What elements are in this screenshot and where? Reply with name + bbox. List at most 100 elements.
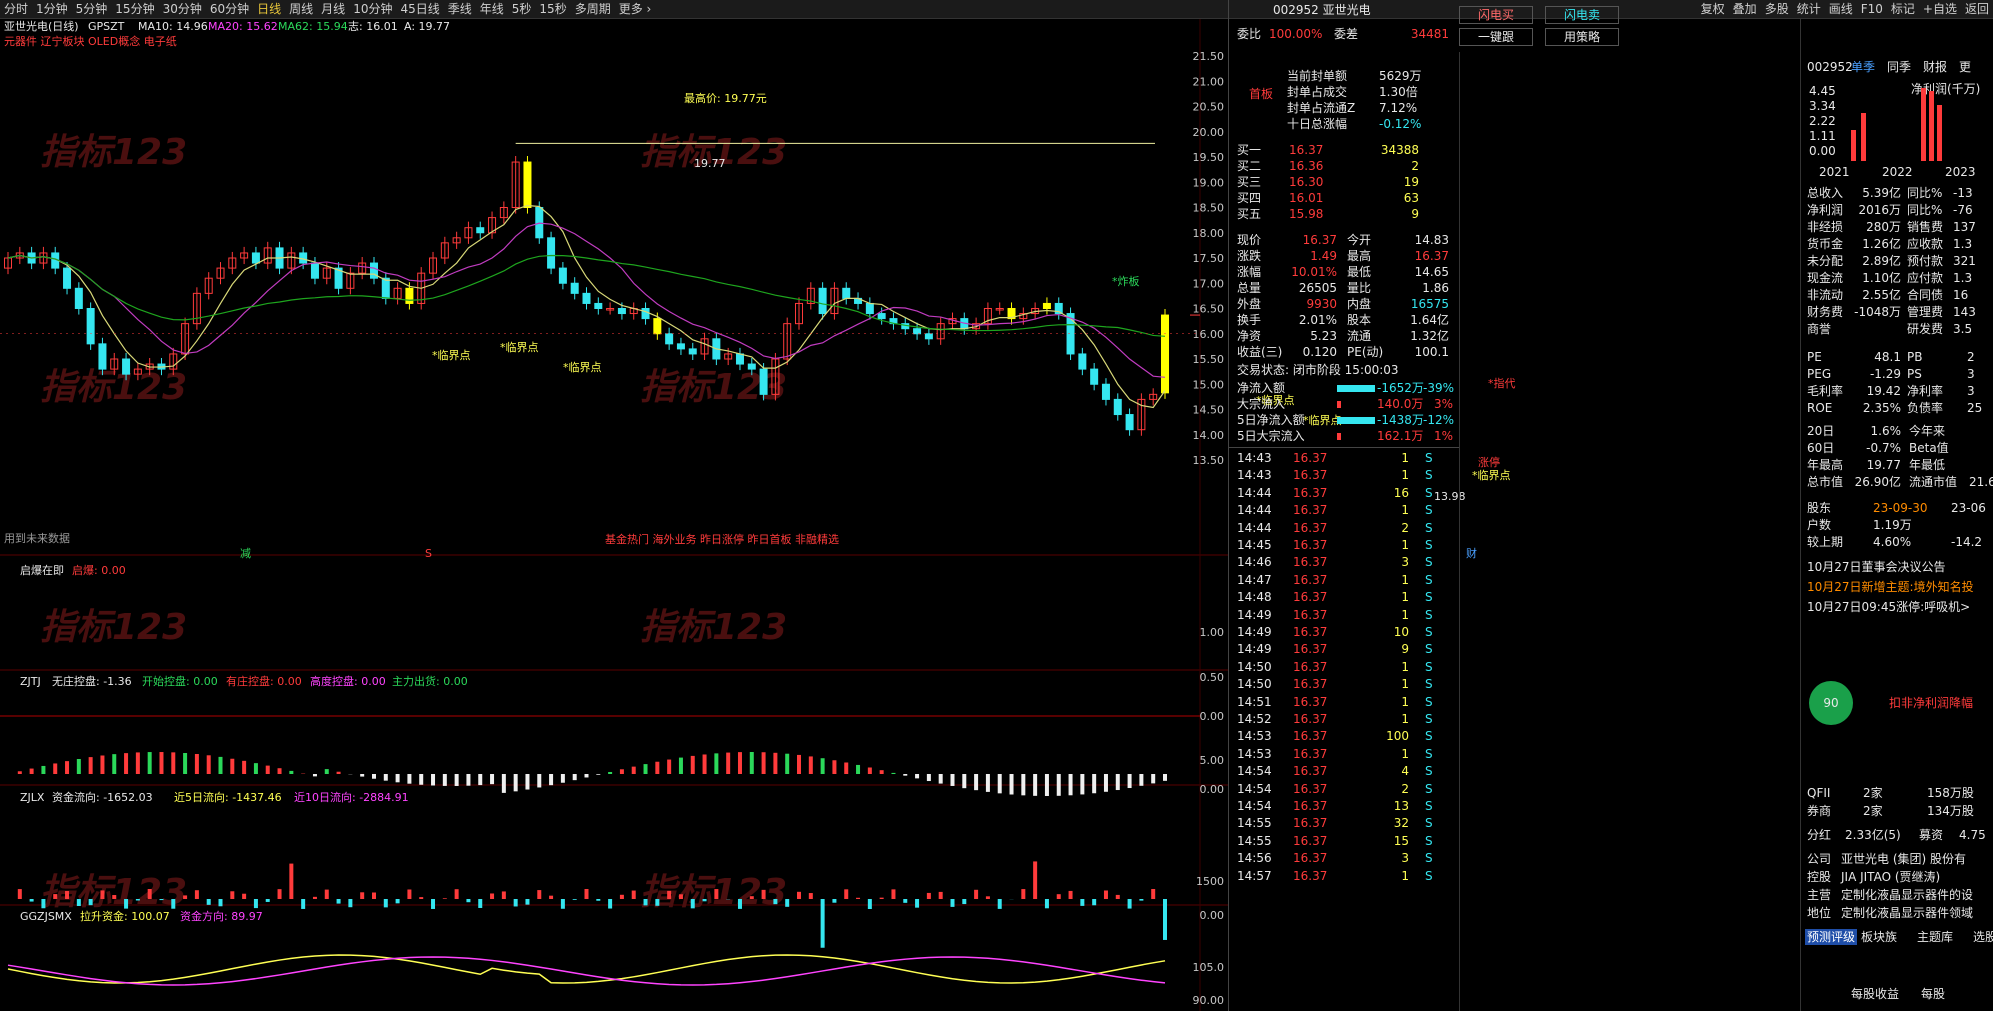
candle-body [63, 267, 72, 289]
candle-body [570, 282, 579, 294]
company-label: 主营 [1807, 888, 1832, 902]
tick-volume: 1 [1401, 468, 1409, 483]
flow-bar [1337, 417, 1375, 424]
toolbar-right-button[interactable]: 返回 [1961, 0, 1993, 18]
critical-point-annotation: *临界点 [432, 349, 471, 362]
strategy-button[interactable]: 闪电卖 [1545, 6, 1619, 24]
period-button[interactable]: 10分钟 [349, 0, 396, 18]
f10-label: PS [1907, 367, 1922, 381]
f10-label: 净利率 [1907, 384, 1944, 398]
period-button[interactable]: 30分钟 [159, 0, 206, 18]
toolbar-right-button[interactable]: F10 [1857, 0, 1887, 18]
tick-volume: 1 [1401, 659, 1409, 674]
tick-side: S [1425, 712, 1433, 726]
f10-label: PB [1907, 350, 1923, 364]
stat-value: 16.37 [1302, 233, 1337, 247]
tick-side: S [1425, 520, 1433, 535]
tick-time: 14:51 [1237, 694, 1272, 709]
buy-level-price: 16.36 [1289, 159, 1324, 173]
f10-label: 股东 [1807, 501, 1832, 515]
period-button[interactable]: 多周期 [571, 0, 615, 18]
strategy-button[interactable]: 闪电买 [1459, 6, 1533, 24]
kline-chart-area[interactable]: 指标123 指标123 指标123 指标123 指标123 指标123 指标123 指标123… [0, 19, 1516, 1011]
toolbar-right-button[interactable]: +自选 [1919, 0, 1961, 18]
tick-price: 16.37 [1293, 659, 1328, 674]
toolbar-right-button[interactable]: 复权 [1697, 0, 1729, 18]
tick-side: S [1425, 868, 1433, 883]
price-axis-tick: 19.00 [1193, 176, 1225, 189]
stat-value: 1.86 [1422, 281, 1449, 295]
tick-side: S [1425, 746, 1433, 761]
price-axis-tick: 15.00 [1193, 378, 1225, 391]
future-data-note: 用到未来数据 [4, 532, 70, 545]
f10-label: 较上期 [1807, 535, 1844, 549]
toolbar-right-button[interactable]: 画线 [1825, 0, 1857, 18]
price-axis-tick: 16.00 [1193, 328, 1225, 341]
period-button[interactable]: 更多 › [615, 0, 656, 18]
stat-label: 总量 [1237, 281, 1262, 295]
concept-tags: 元器件 辽宁板块 OLED概念 电子纸 [4, 35, 177, 48]
p4-direction-line [7, 956, 1166, 986]
news-tags: 基金热门 海外业务 昨日涨停 昨日首板 非融精选 [605, 533, 839, 546]
f10-year: 2023 [1945, 165, 1976, 179]
period-button[interactable]: 45日线 [396, 0, 443, 18]
period-button[interactable]: 年线 [476, 0, 508, 18]
p2-a: 开始控盘: 0.00 [142, 675, 218, 688]
period-button[interactable]: 1分钟 [32, 0, 72, 18]
f10-axis-tick: 0.00 [1809, 144, 1836, 158]
tick-time: 14:54 [1237, 799, 1272, 813]
strategy-button[interactable]: 一键跟 [1459, 28, 1533, 46]
period-button[interactable]: 5分钟 [72, 0, 112, 18]
period-button[interactable]: 15分钟 [111, 0, 158, 18]
period-button[interactable]: 分时 [0, 0, 32, 18]
tick-volume: 1 [1401, 694, 1409, 709]
period-button[interactable]: 15秒 [535, 0, 570, 18]
toolbar-right-button[interactable]: 统计 [1793, 0, 1825, 18]
p2-value: 无庄控盘: -1.36 [52, 675, 132, 688]
company-value: JIA JITAO (贾继涛) [1841, 870, 1941, 884]
tick-volume: 32 [1393, 816, 1409, 831]
f10-news-item: 10月27日新增主题:境外知名投 [1807, 580, 1974, 594]
stat-value: 100.1 [1414, 345, 1449, 359]
buy-level-label: 买四 [1237, 191, 1262, 205]
stat-label: 涨幅 [1237, 265, 1262, 279]
tick-volume: 3 [1401, 555, 1409, 570]
candle-body [405, 287, 414, 304]
f10-bottom-tab[interactable]: 板块族 [1861, 929, 1897, 945]
stat-label: 换手 [1237, 313, 1262, 327]
holder-count: 2家 [1863, 804, 1883, 818]
period-button[interactable]: 5秒 [508, 0, 536, 18]
f10-bottom-tab[interactable]: 主题库 [1917, 929, 1953, 945]
p1-value: 启爆: 0.00 [72, 564, 126, 577]
kline-svg[interactable]: 指标123 指标123指标123 指标123指标123 指标123指标123 指标123… [0, 19, 1228, 1011]
f10-label: 20日 [1807, 424, 1835, 438]
tick-volume: 3 [1401, 851, 1409, 866]
toolbar-right-button[interactable]: 标记 [1887, 0, 1919, 18]
f10-axis-tick: 3.34 [1809, 99, 1836, 113]
f10-tab: 同季 [1887, 60, 1912, 74]
first-board-tag: 首板 [1249, 87, 1274, 101]
p2-axis-tick: 0.00 [1200, 783, 1225, 796]
candle-body [842, 287, 851, 299]
f10-axis-tick: 2.22 [1809, 114, 1836, 128]
tick-price: 16.37 [1293, 503, 1328, 518]
period-button[interactable]: 季线 [444, 0, 476, 18]
candle-body [759, 368, 768, 395]
raise-label: 募资 [1919, 828, 1944, 842]
strategy-button[interactable]: 用策略 [1545, 28, 1619, 46]
stat-value: 16.37 [1414, 249, 1449, 263]
period-button[interactable]: 日线 [253, 0, 285, 18]
period-button[interactable]: 60分钟 [206, 0, 253, 18]
period-button[interactable]: 月线 [317, 0, 349, 18]
f10-bottom-tab[interactable]: 预测评级 [1805, 929, 1858, 945]
toolbar-right-button[interactable]: 叠加 [1729, 0, 1761, 18]
f10-bottom-tab[interactable]: 选股 [1973, 929, 1993, 945]
f10-value: 1.3 [1953, 271, 1973, 285]
toolbar-right-button[interactable]: 多股 [1761, 0, 1793, 18]
f10-label: 研发费 [1907, 322, 1944, 336]
tick-side: S [1425, 677, 1433, 692]
period-button[interactable]: 周线 [285, 0, 317, 18]
candle-body [617, 308, 626, 315]
f10-value: 19.77 [1866, 458, 1901, 472]
p2-title: ZJTJ [20, 675, 41, 688]
